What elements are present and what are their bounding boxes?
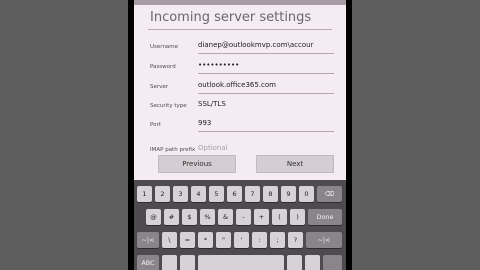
- security-type-select[interactable]: SSL/TLS: [198, 100, 334, 108]
- key-7[interactable]: 7: [245, 186, 260, 202]
- username-label: Username: [150, 44, 179, 50]
- key-4[interactable]: 4: [191, 186, 206, 202]
- key-minus[interactable]: -: [236, 209, 251, 225]
- key-dollar[interactable]: $: [182, 209, 197, 225]
- key-hash[interactable]: #: [164, 209, 179, 225]
- key-9[interactable]: 9: [281, 186, 296, 202]
- key-double-quote[interactable]: ": [216, 232, 231, 248]
- key-row4-a[interactable]: [162, 255, 177, 270]
- phone-frame: Incoming server settings Username dianep…: [128, 0, 352, 270]
- key-0[interactable]: 0: [299, 186, 314, 202]
- server-row: Server outlook.office365.com: [134, 77, 346, 97]
- key-3[interactable]: 3: [173, 186, 188, 202]
- key-backslash[interactable]: \: [162, 232, 177, 248]
- key-5[interactable]: 5: [209, 186, 224, 202]
- key-row4-d[interactable]: [305, 255, 320, 270]
- shift-key-right[interactable]: ~|<: [306, 232, 342, 248]
- key-semicolon[interactable]: ;: [270, 232, 285, 248]
- security-type-row: Security type SSL/TLS: [134, 96, 346, 116]
- password-underline: [198, 73, 334, 74]
- next-button[interactable]: Next: [256, 155, 334, 173]
- key-ampersand[interactable]: &: [218, 209, 233, 225]
- server-field[interactable]: outlook.office365.com: [198, 81, 334, 89]
- username-underline: [198, 53, 334, 54]
- key-open-paren[interactable]: (: [272, 209, 287, 225]
- keyboard: 1 2 3 4 5 6 7 8 9 0 ⌫ @ # $ % & - + ( ) …: [134, 180, 346, 270]
- imap-prefix-label: IMAP path prefix: [150, 147, 196, 153]
- key-percent[interactable]: %: [200, 209, 215, 225]
- key-row4-b[interactable]: [180, 255, 195, 270]
- key-2[interactable]: 2: [155, 186, 170, 202]
- abc-key[interactable]: ABC: [137, 255, 159, 270]
- key-1[interactable]: 1: [137, 186, 152, 202]
- key-equals[interactable]: =: [180, 232, 195, 248]
- key-row4-c[interactable]: [287, 255, 302, 270]
- key-question[interactable]: ?: [288, 232, 303, 248]
- key-6[interactable]: 6: [227, 186, 242, 202]
- password-row: Password ••••••••••: [134, 57, 346, 77]
- server-underline: [198, 93, 334, 94]
- key-colon[interactable]: :: [252, 232, 267, 248]
- backspace-key[interactable]: ⌫: [317, 186, 342, 202]
- shift-key-left[interactable]: ~|<: [137, 232, 159, 248]
- username-row: Username dianep@outlookmvp.com\accour: [134, 37, 346, 57]
- port-underline: [198, 131, 334, 132]
- security-type-label: Security type: [150, 103, 187, 109]
- page-title: Incoming server settings: [150, 10, 312, 25]
- port-field[interactable]: 993: [198, 119, 334, 127]
- title-divider: [148, 29, 332, 30]
- port-label: Port: [150, 122, 161, 128]
- screen: Incoming server settings Username dianep…: [134, 0, 346, 270]
- status-bar: [134, 0, 346, 5]
- server-label: Server: [150, 84, 169, 90]
- previous-button[interactable]: Previous: [158, 155, 236, 173]
- key-single-quote[interactable]: ': [234, 232, 249, 248]
- imap-prefix-field[interactable]: Optional: [198, 144, 334, 152]
- space-key[interactable]: [198, 255, 284, 270]
- password-label: Password: [150, 64, 176, 70]
- key-close-paren[interactable]: ): [290, 209, 305, 225]
- done-key[interactable]: Done: [308, 209, 342, 225]
- key-plus[interactable]: +: [254, 209, 269, 225]
- key-row4-e[interactable]: [323, 255, 342, 270]
- port-row: Port 993: [134, 115, 346, 135]
- key-at[interactable]: @: [146, 209, 161, 225]
- key-8[interactable]: 8: [263, 186, 278, 202]
- username-field[interactable]: dianep@outlookmvp.com\accour: [198, 41, 334, 49]
- password-field[interactable]: ••••••••••: [198, 61, 334, 69]
- key-asterisk[interactable]: *: [198, 232, 213, 248]
